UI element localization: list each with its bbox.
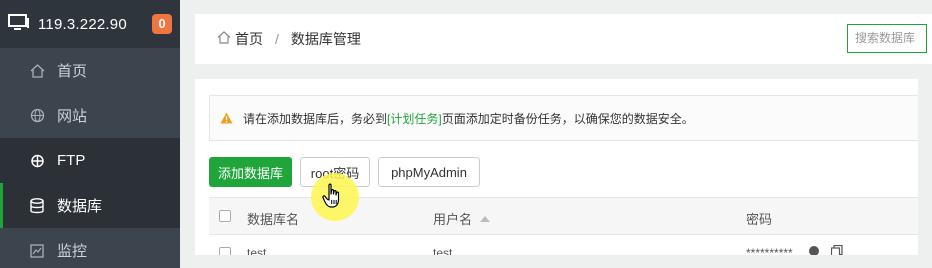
column-header-username-label: 用户名	[433, 212, 473, 227]
breadcrumb-separator: /	[275, 31, 279, 47]
select-all-checkbox[interactable]	[219, 210, 231, 222]
breadcrumb: 首页 / 数据库管理	[217, 29, 361, 49]
add-database-button[interactable]: 添加数据库	[209, 157, 292, 187]
sidebar-item-label: 首页	[57, 63, 88, 80]
chart-monitor-icon	[29, 243, 45, 259]
notice-text-after: 页面添加定时备份任务，以确保您的数据安全。	[441, 111, 694, 126]
sort-asc-icon	[480, 216, 491, 222]
sidebar-item-database[interactable]: 数据库	[0, 183, 180, 228]
database-panel: 请在添加数据库后，务必到 [计划任务] 页面添加定时备份任务，以确保您的数据安全…	[195, 79, 918, 260]
breadcrumb-current: 数据库管理	[290, 31, 361, 47]
column-header-username[interactable]: 用户名	[433, 209, 491, 228]
backup-notice: 请在添加数据库后，务必到 [计划任务] 页面添加定时备份任务，以确保您的数据安全…	[209, 95, 918, 141]
home-icon	[217, 31, 231, 47]
sidebar: 119.3.222.90 0 首页 网站 FTP 数据库 监控	[0, 0, 180, 268]
breadcrumb-bar: 首页 / 数据库管理 搜索数据库	[195, 14, 932, 64]
notification-badge[interactable]: 0	[152, 14, 172, 34]
notice-text-before: 请在添加数据库后，务必到	[243, 111, 388, 126]
sidebar-item-home[interactable]: 首页	[0, 48, 180, 93]
column-header-dbname[interactable]: 数据库名	[247, 209, 299, 228]
sidebar-item-label: FTP	[57, 152, 86, 169]
sidebar-item-ftp[interactable]: FTP	[0, 138, 180, 183]
breadcrumb-home-link[interactable]: 首页	[235, 29, 263, 49]
column-header-password: 密码	[746, 212, 773, 227]
hand-cursor-icon	[322, 183, 344, 212]
server-header[interactable]: 119.3.222.90 0	[0, 0, 180, 48]
globe-icon	[29, 108, 45, 124]
sidebar-item-label: 数据库	[57, 198, 103, 215]
sidebar-item-website[interactable]: 网站	[0, 93, 180, 138]
sidebar-item-label: 监控	[57, 243, 88, 260]
warning-icon	[220, 112, 233, 124]
page-bottom-gap	[180, 255, 932, 268]
sidebar-item-label: 网站	[57, 108, 88, 125]
database-icon	[29, 197, 45, 214]
sidebar-item-monitor[interactable]: 监控	[0, 228, 180, 268]
cron-task-link[interactable]: [计划任务]	[387, 110, 442, 127]
ftp-icon	[29, 153, 45, 169]
search-input[interactable]: 搜索数据库	[847, 24, 927, 53]
phpmyadmin-button[interactable]: phpMyAdmin	[378, 157, 480, 187]
monitor-screen-icon	[8, 13, 30, 35]
home-icon	[29, 63, 45, 79]
server-ip: 119.3.222.90	[38, 15, 127, 33]
